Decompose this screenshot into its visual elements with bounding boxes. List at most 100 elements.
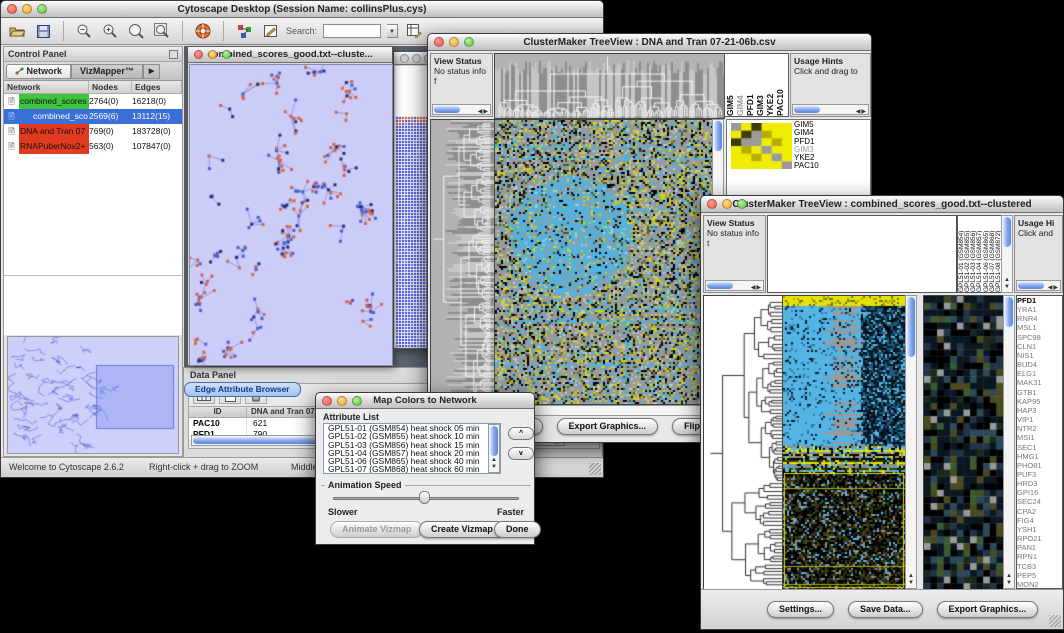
tv2-heatmap[interactable] [782,295,906,591]
close-icon[interactable] [707,199,717,209]
gene-label[interactable]: SEC1 [1017,443,1062,452]
network-row[interactable]: 🗎 combined_sco 2569(6) 13112(15) [4,109,182,124]
tab-vizmapper[interactable]: VizMapper™ [71,64,143,79]
animate-vizmap-button[interactable]: Animate Vizmap [330,521,423,538]
tv2-hints-hscrollbar[interactable] [1016,280,1061,291]
search-dropdown-icon[interactable]: ▼ [387,24,398,38]
search-input[interactable] [323,24,381,38]
close-icon[interactable] [400,54,409,63]
matrix-view-titlebar[interactable] [394,52,430,65]
tv1-button[interactable]: Export Graphics... [557,418,659,435]
gene-label[interactable]: YSH1 [1017,525,1062,534]
zoom-window-icon[interactable] [37,4,47,14]
column-label[interactable]: GPL51-06 (GSM865) [983,216,989,292]
resize-grip[interactable] [1049,615,1061,627]
gene-label[interactable]: MAK31 [1017,378,1062,387]
zoom-fit-icon[interactable] [152,22,172,40]
close-icon[interactable] [434,37,444,47]
network-row[interactable]: 🗎 DNA and Tran 07 769(0) 183728(0) [4,124,182,139]
tv1-hints-hscrollbar[interactable] [792,104,869,115]
network-overview-panel[interactable] [7,336,179,454]
create-vizmap-button[interactable]: Create Vizmap [419,521,505,538]
minimize-icon[interactable] [208,50,217,59]
column-label[interactable]: GIM4 [735,54,745,116]
column-label[interactable]: PFD1 [745,54,755,116]
column-label[interactable]: GIM3 [755,54,765,116]
attribute-item[interactable]: GPL51-07 (GSM868) heat shock 60 min [326,465,488,473]
attribute-list-vscrollbar[interactable] [488,424,500,473]
tab-network[interactable]: Network [6,64,71,79]
column-label[interactable]: GIM5 [725,54,735,116]
network-overview-canvas[interactable] [8,337,178,453]
close-icon[interactable] [7,4,17,14]
done-button[interactable]: Done [494,521,541,538]
scrollbar-thumb[interactable] [794,106,820,113]
tv1-column-dendrogram[interactable] [494,53,725,119]
gene-label[interactable]: FIG4 [1017,516,1062,525]
minimize-icon[interactable] [337,396,347,406]
gene-label[interactable]: ELG1 [1017,369,1062,378]
annotation-icon[interactable] [260,22,280,40]
gene-label[interactable]: GTB1 [1017,388,1062,397]
resize-grip[interactable] [589,463,601,475]
column-label[interactable]: GPL51-07 (GSM868) [989,216,995,292]
treeview2-titlebar[interactable]: ClusterMaker TreeView : combined_scores_… [701,196,1063,213]
gene-label[interactable]: HAP3 [1017,406,1062,415]
tv2-labels-vscrollbar[interactable] [1001,215,1013,293]
tv2-button[interactable]: Save Data... [848,601,923,618]
tv2-row-dendrogram[interactable] [703,295,783,591]
tv2-zoom-vscrollbar[interactable] [1003,295,1015,589]
minimize-icon[interactable] [22,4,32,14]
treeview1-titlebar[interactable]: ClusterMaker TreeView : DNA and Tran 07-… [428,34,871,51]
zoom-window-icon[interactable] [464,37,474,47]
tv2-button[interactable]: Export Graphics... [937,601,1039,618]
tv1-heatmap[interactable] [494,119,713,405]
gene-label[interactable]: HMG1 [1017,452,1062,461]
gene-label[interactable]: PFD1 [1017,296,1062,305]
network-row[interactable]: 🗎 combined_scores 2764(0) 16218(0) [4,94,182,109]
scrollbar-thumb[interactable] [490,426,498,456]
vizmapper-icon[interactable] [234,22,254,40]
zoom-window-icon[interactable] [222,50,231,59]
gene-label[interactable]: PUF3 [1017,470,1062,479]
tv1-status-hscrollbar[interactable] [432,104,491,115]
close-icon[interactable] [322,396,332,406]
zoom-window-icon[interactable] [737,199,747,209]
help-lifering-icon[interactable] [193,22,213,40]
gene-label[interactable]: HRD3 [1017,479,1062,488]
column-label[interactable]: PAC10 [775,54,785,116]
move-down-button[interactable]: v [508,447,534,460]
save-icon[interactable] [33,22,53,40]
gene-label[interactable]: BUD4 [1017,360,1062,369]
scrollbar-thumb[interactable] [714,121,722,151]
network-view-titlebar[interactable]: combined_scores_good.txt--cluste... [188,47,392,63]
gene-label[interactable]: TCB3 [1017,562,1062,571]
tv1-similarity-matrix[interactable] [731,123,792,169]
column-label[interactable]: YKE2 [765,54,775,116]
tv1-row-dendrogram[interactable] [430,119,495,405]
scrollbar-thumb[interactable] [707,282,733,289]
zoom-selected-icon[interactable] [126,22,146,40]
scrollbar-thumb[interactable] [1003,217,1011,247]
tv2-button[interactable]: Settings... [767,601,834,618]
gene-label[interactable]: RNR4 [1017,314,1062,323]
zoom-in-icon[interactable] [100,22,120,40]
matrix-canvas[interactable] [395,66,429,347]
minimize-icon[interactable] [449,37,459,47]
scrollbar-thumb[interactable] [1005,297,1013,327]
tv2-status-hscrollbar[interactable] [705,280,764,291]
tv2-column-dendrogram-area[interactable] [767,215,957,293]
gene-label[interactable]: PEP5 [1017,571,1062,580]
gene-label[interactable]: YRA1 [1017,305,1062,314]
gene-label[interactable]: PAN1 [1017,543,1062,552]
speed-slider-thumb[interactable] [419,491,430,504]
move-up-button[interactable]: ^ [508,427,534,440]
dialog-titlebar[interactable]: Map Colors to Network [316,393,534,409]
gene-label[interactable]: NIS1 [1017,351,1062,360]
zoom-out-icon[interactable] [74,22,94,40]
close-icon[interactable] [194,50,203,59]
zoom-window-icon[interactable] [352,396,362,406]
gene-label[interactable]: CLN1 [1017,342,1062,351]
main-titlebar[interactable]: Cytoscape Desktop (Session Name: collins… [1,1,603,18]
gene-label[interactable]: NTR2 [1017,424,1062,433]
